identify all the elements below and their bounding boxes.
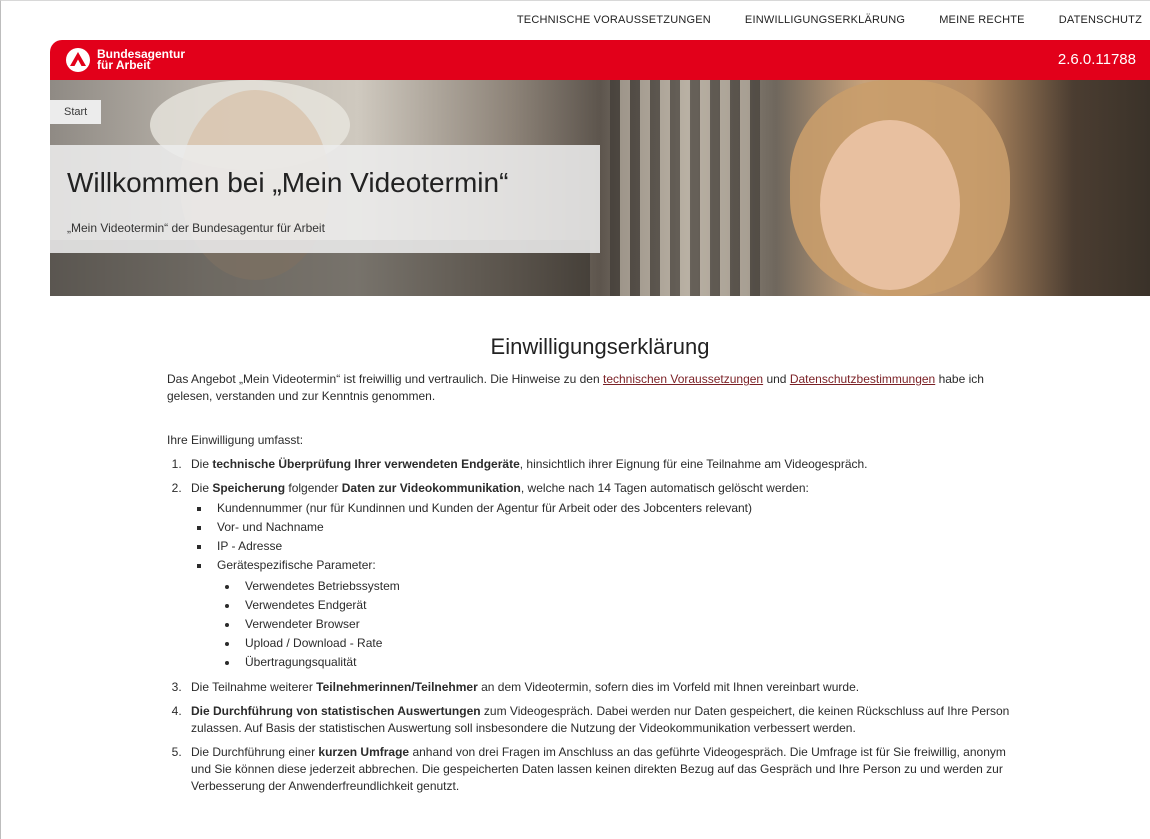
intro-text: Das Angebot „Mein Videotermin“ ist freiw… xyxy=(167,372,603,386)
hero-banner: Start Willkommen bei „Mein Videotermin“ … xyxy=(50,80,1150,296)
nav-einwilligungserklaerung[interactable]: EINWILLIGUNGSERKLÄRUNG xyxy=(745,14,905,26)
list-item: Verwendetes Endgerät xyxy=(239,596,1027,615)
consent-list: Die technische Überprüfung Ihrer verwend… xyxy=(167,456,1027,795)
item-text: , hinsichtlich ihrer Eignung für eine Te… xyxy=(519,457,868,471)
brand-line-2: für Arbeit xyxy=(97,58,151,72)
item-emphasis: Daten zur Videokommunikation xyxy=(341,481,521,495)
link-datenschutzbestimmungen[interactable]: Datenschutzbestimmungen xyxy=(790,372,935,386)
list-item: Verwendeter Browser xyxy=(239,615,1027,634)
link-technische-voraussetzungen[interactable]: technischen Voraussetzungen xyxy=(603,372,763,386)
item-emphasis: kurzen Umfrage xyxy=(318,745,410,759)
intro-paragraph: Das Angebot „Mein Videotermin“ ist freiw… xyxy=(167,371,1027,405)
item-text: folgender xyxy=(285,481,342,495)
version-label: 2.6.0.11788 xyxy=(1057,51,1136,68)
item-emphasis: Die Durchführung von statistischen Auswe… xyxy=(191,704,481,718)
item-text: Gerätespezifische Parameter: xyxy=(217,558,376,572)
nav-datenschutz[interactable]: DATENSCHUTZ xyxy=(1059,14,1142,26)
list-item: Kundennummer (nur für Kundinnen und Kund… xyxy=(211,499,1027,518)
item-emphasis: Teilnehmerinnen/Teilnehmer xyxy=(316,680,478,694)
list-item: Upload / Download - Rate xyxy=(239,634,1027,653)
item-emphasis: Speicherung xyxy=(212,481,286,495)
breadcrumb[interactable]: Start xyxy=(50,100,102,124)
breadcrumb-start[interactable]: Start xyxy=(64,106,87,118)
list-item: IP - Adresse xyxy=(211,537,1027,556)
item-text: , welche nach 14 Tagen automatisch gelös… xyxy=(520,481,809,495)
ba-logo-icon[interactable] xyxy=(66,48,90,72)
item-text: an dem Videotermin, sofern dies im Vorfe… xyxy=(477,680,860,694)
brand-name[interactable]: Bundesagentur für Arbeit xyxy=(97,48,185,72)
list-item: Die Durchführung einer kurzen Umfrage an… xyxy=(185,744,1027,795)
hero-image-shape xyxy=(610,80,760,296)
page-subtitle: „Mein Videotermin“ der Bundesagentur für… xyxy=(67,221,325,235)
list-item: Vor- und Nachname xyxy=(211,518,1027,537)
list-item: Verwendetes Betriebssystem xyxy=(239,577,1027,596)
list-item: Die technische Überprüfung Ihrer verwend… xyxy=(185,456,1027,473)
nav-technische-voraussetzungen[interactable]: TECHNISCHE VORAUSSETZUNGEN xyxy=(517,14,711,26)
main-content: Einwilligungserklärung Das Angebot „Mein… xyxy=(50,296,1150,839)
list-item: Die Speicherung folgender Daten zur Vide… xyxy=(185,480,1027,672)
data-list: Kundennummer (nur für Kundinnen und Kund… xyxy=(191,499,1027,672)
item-text: Die xyxy=(191,481,213,495)
consent-body: Das Angebot „Mein Videotermin“ ist freiw… xyxy=(167,371,1027,802)
list-item: Die Durchführung von statistischen Auswe… xyxy=(185,703,1027,737)
item-text: Die xyxy=(191,457,213,471)
brand-header: Bundesagentur für Arbeit 2.6.0.11788 xyxy=(50,40,1150,80)
intro-text: und xyxy=(763,372,790,386)
hero-image-shape xyxy=(820,120,960,290)
list-item: Gerätespezifische Parameter: Verwendetes… xyxy=(211,556,1027,672)
list-item: Die Teilnahme weiterer Teilnehmerinnen/T… xyxy=(185,679,1027,696)
hero-title-box: Willkommen bei „Mein Videotermin“ „Mein … xyxy=(50,145,600,253)
item-text: Die Teilnahme weiterer xyxy=(191,680,317,694)
item-emphasis: technische Überprüfung Ihrer verwendeten… xyxy=(212,457,520,471)
top-navigation: TECHNISCHE VORAUSSETZUNGEN EINWILLIGUNGS… xyxy=(50,0,1142,40)
consent-scope-label: Ihre Einwilligung umfasst: xyxy=(167,433,304,447)
nav-meine-rechte[interactable]: MEINE RECHTE xyxy=(939,14,1025,26)
device-parameter-list: Verwendetes Betriebssystem Verwendetes E… xyxy=(217,577,1027,672)
page-title: Willkommen bei „Mein Videotermin“ xyxy=(67,167,509,198)
section-heading: Einwilligungserklärung xyxy=(490,334,710,359)
list-item: Übertragungsqualität xyxy=(239,653,1027,672)
item-text: Die Durchführung einer xyxy=(191,745,319,759)
